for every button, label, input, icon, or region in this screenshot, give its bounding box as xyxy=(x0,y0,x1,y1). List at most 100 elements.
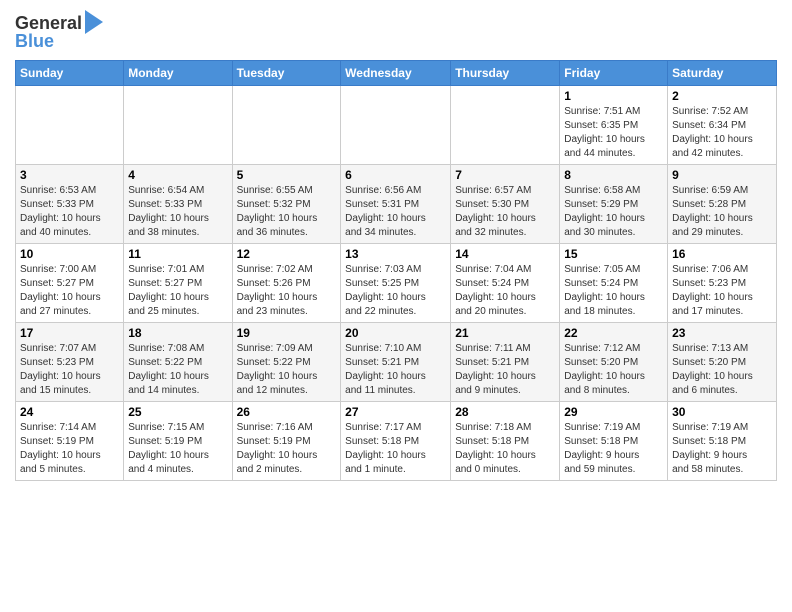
day-info: Sunrise: 7:16 AM Sunset: 5:19 PM Dayligh… xyxy=(237,421,337,477)
day-info: Sunrise: 7:11 AM Sunset: 5:21 PM Dayligh… xyxy=(455,342,555,398)
calendar-week-row: 1 Sunrise: 7:51 AM Sunset: 6:35 PM Daylig… xyxy=(16,85,777,164)
day-number: 30 xyxy=(672,405,772,419)
day-info: Sunrise: 6:58 AM Sunset: 5:29 PM Dayligh… xyxy=(564,184,663,240)
day-info: Sunrise: 7:02 AM Sunset: 5:26 PM Dayligh… xyxy=(237,263,337,319)
calendar-cell: 10 Sunrise: 7:00 AM Sunset: 5:27 PM Dayli… xyxy=(16,243,124,322)
calendar-cell: 23 Sunrise: 7:13 AM Sunset: 5:20 PM Dayli… xyxy=(668,322,777,401)
day-number: 25 xyxy=(128,405,227,419)
calendar-table: SundayMondayTuesdayWednesdayThursdayFrid… xyxy=(15,60,777,481)
page-header: General Blue xyxy=(15,10,777,52)
calendar-cell: 15 Sunrise: 7:05 AM Sunset: 5:24 PM Dayli… xyxy=(560,243,668,322)
calendar-cell: 25 Sunrise: 7:15 AM Sunset: 5:19 PM Dayli… xyxy=(124,401,232,480)
day-number: 29 xyxy=(564,405,663,419)
day-number: 28 xyxy=(455,405,555,419)
calendar-cell: 16 Sunrise: 7:06 AM Sunset: 5:23 PM Dayli… xyxy=(668,243,777,322)
weekday-header-thursday: Thursday xyxy=(451,60,560,85)
day-info: Sunrise: 7:01 AM Sunset: 5:27 PM Dayligh… xyxy=(128,263,227,319)
day-number: 6 xyxy=(345,168,446,182)
calendar-cell: 3 Sunrise: 6:53 AM Sunset: 5:33 PM Daylig… xyxy=(16,164,124,243)
weekday-header-tuesday: Tuesday xyxy=(232,60,341,85)
logo: General Blue xyxy=(15,14,103,52)
day-number: 5 xyxy=(237,168,337,182)
day-info: Sunrise: 7:17 AM Sunset: 5:18 PM Dayligh… xyxy=(345,421,446,477)
weekday-header-saturday: Saturday xyxy=(668,60,777,85)
day-info: Sunrise: 7:03 AM Sunset: 5:25 PM Dayligh… xyxy=(345,263,446,319)
day-info: Sunrise: 7:09 AM Sunset: 5:22 PM Dayligh… xyxy=(237,342,337,398)
calendar-cell: 27 Sunrise: 7:17 AM Sunset: 5:18 PM Dayli… xyxy=(341,401,451,480)
calendar-cell xyxy=(341,85,451,164)
day-number: 13 xyxy=(345,247,446,261)
calendar-cell: 21 Sunrise: 7:11 AM Sunset: 5:21 PM Dayli… xyxy=(451,322,560,401)
day-info: Sunrise: 6:59 AM Sunset: 5:28 PM Dayligh… xyxy=(672,184,772,240)
calendar-cell: 8 Sunrise: 6:58 AM Sunset: 5:29 PM Daylig… xyxy=(560,164,668,243)
calendar-cell: 4 Sunrise: 6:54 AM Sunset: 5:33 PM Daylig… xyxy=(124,164,232,243)
weekday-header-wednesday: Wednesday xyxy=(341,60,451,85)
day-info: Sunrise: 7:52 AM Sunset: 6:34 PM Dayligh… xyxy=(672,105,772,161)
calendar-cell: 19 Sunrise: 7:09 AM Sunset: 5:22 PM Dayli… xyxy=(232,322,341,401)
day-info: Sunrise: 7:19 AM Sunset: 5:18 PM Dayligh… xyxy=(672,421,772,477)
calendar-cell: 6 Sunrise: 6:56 AM Sunset: 5:31 PM Daylig… xyxy=(341,164,451,243)
weekday-header-friday: Friday xyxy=(560,60,668,85)
day-number: 22 xyxy=(564,326,663,340)
calendar-cell xyxy=(124,85,232,164)
calendar-cell: 24 Sunrise: 7:14 AM Sunset: 5:19 PM Dayli… xyxy=(16,401,124,480)
day-number: 24 xyxy=(20,405,119,419)
day-number: 3 xyxy=(20,168,119,182)
day-number: 23 xyxy=(672,326,772,340)
day-number: 27 xyxy=(345,405,446,419)
day-number: 9 xyxy=(672,168,772,182)
calendar-cell: 28 Sunrise: 7:18 AM Sunset: 5:18 PM Dayli… xyxy=(451,401,560,480)
day-number: 21 xyxy=(455,326,555,340)
day-info: Sunrise: 6:57 AM Sunset: 5:30 PM Dayligh… xyxy=(455,184,555,240)
calendar-cell: 26Sunrise: 7:16 AM Sunset: 5:19 PM Dayli… xyxy=(232,401,341,480)
calendar-cell xyxy=(451,85,560,164)
calendar-cell: 2 Sunrise: 7:52 AM Sunset: 6:34 PM Daylig… xyxy=(668,85,777,164)
day-number: 18 xyxy=(128,326,227,340)
day-number: 10 xyxy=(20,247,119,261)
weekday-header-sunday: Sunday xyxy=(16,60,124,85)
calendar-cell: 5 Sunrise: 6:55 AM Sunset: 5:32 PM Daylig… xyxy=(232,164,341,243)
calendar-cell: 30 Sunrise: 7:19 AM Sunset: 5:18 PM Dayli… xyxy=(668,401,777,480)
day-number: 20 xyxy=(345,326,446,340)
weekday-header-monday: Monday xyxy=(124,60,232,85)
day-info: Sunrise: 7:07 AM Sunset: 5:23 PM Dayligh… xyxy=(20,342,119,398)
day-info: Sunrise: 7:10 AM Sunset: 5:21 PM Dayligh… xyxy=(345,342,446,398)
day-info: Sunrise: 6:55 AM Sunset: 5:32 PM Dayligh… xyxy=(237,184,337,240)
day-info: Sunrise: 7:15 AM Sunset: 5:19 PM Dayligh… xyxy=(128,421,227,477)
day-info: Sunrise: 7:14 AM Sunset: 5:19 PM Dayligh… xyxy=(20,421,119,477)
calendar-week-row: 17 Sunrise: 7:07 AM Sunset: 5:23 PM Dayli… xyxy=(16,322,777,401)
day-info: Sunrise: 7:19 AM Sunset: 5:18 PM Dayligh… xyxy=(564,421,663,477)
calendar-cell: 20 Sunrise: 7:10 AM Sunset: 5:21 PM Dayli… xyxy=(341,322,451,401)
calendar-cell: 18Sunrise: 7:08 AM Sunset: 5:22 PM Dayli… xyxy=(124,322,232,401)
day-info: Sunrise: 6:56 AM Sunset: 5:31 PM Dayligh… xyxy=(345,184,446,240)
calendar-week-row: 24 Sunrise: 7:14 AM Sunset: 5:19 PM Dayli… xyxy=(16,401,777,480)
weekday-header-row: SundayMondayTuesdayWednesdayThursdayFrid… xyxy=(16,60,777,85)
day-info: Sunrise: 7:18 AM Sunset: 5:18 PM Dayligh… xyxy=(455,421,555,477)
day-number: 15 xyxy=(564,247,663,261)
day-info: Sunrise: 7:12 AM Sunset: 5:20 PM Dayligh… xyxy=(564,342,663,398)
day-number: 1 xyxy=(564,89,663,103)
day-number: 19 xyxy=(237,326,337,340)
day-info: Sunrise: 6:53 AM Sunset: 5:33 PM Dayligh… xyxy=(20,184,119,240)
day-number: 2 xyxy=(672,89,772,103)
day-number: 14 xyxy=(455,247,555,261)
calendar-cell xyxy=(232,85,341,164)
calendar-cell: 9 Sunrise: 6:59 AM Sunset: 5:28 PM Daylig… xyxy=(668,164,777,243)
calendar-cell: 1 Sunrise: 7:51 AM Sunset: 6:35 PM Daylig… xyxy=(560,85,668,164)
logo-arrow-icon xyxy=(85,10,103,34)
calendar-cell: 7Sunrise: 6:57 AM Sunset: 5:30 PM Daylig… xyxy=(451,164,560,243)
calendar-cell: 12Sunrise: 7:02 AM Sunset: 5:26 PM Dayli… xyxy=(232,243,341,322)
day-info: Sunrise: 7:00 AM Sunset: 5:27 PM Dayligh… xyxy=(20,263,119,319)
day-number: 16 xyxy=(672,247,772,261)
day-info: Sunrise: 7:13 AM Sunset: 5:20 PM Dayligh… xyxy=(672,342,772,398)
day-info: Sunrise: 6:54 AM Sunset: 5:33 PM Dayligh… xyxy=(128,184,227,240)
calendar-week-row: 10 Sunrise: 7:00 AM Sunset: 5:27 PM Dayli… xyxy=(16,243,777,322)
calendar-cell: 22 Sunrise: 7:12 AM Sunset: 5:20 PM Dayli… xyxy=(560,322,668,401)
day-number: 4 xyxy=(128,168,227,182)
day-number: 17 xyxy=(20,326,119,340)
day-info: Sunrise: 7:05 AM Sunset: 5:24 PM Dayligh… xyxy=(564,263,663,319)
calendar-cell: 29 Sunrise: 7:19 AM Sunset: 5:18 PM Dayli… xyxy=(560,401,668,480)
day-info: Sunrise: 7:51 AM Sunset: 6:35 PM Dayligh… xyxy=(564,105,663,161)
day-number: 8 xyxy=(564,168,663,182)
day-info: Sunrise: 7:06 AM Sunset: 5:23 PM Dayligh… xyxy=(672,263,772,319)
